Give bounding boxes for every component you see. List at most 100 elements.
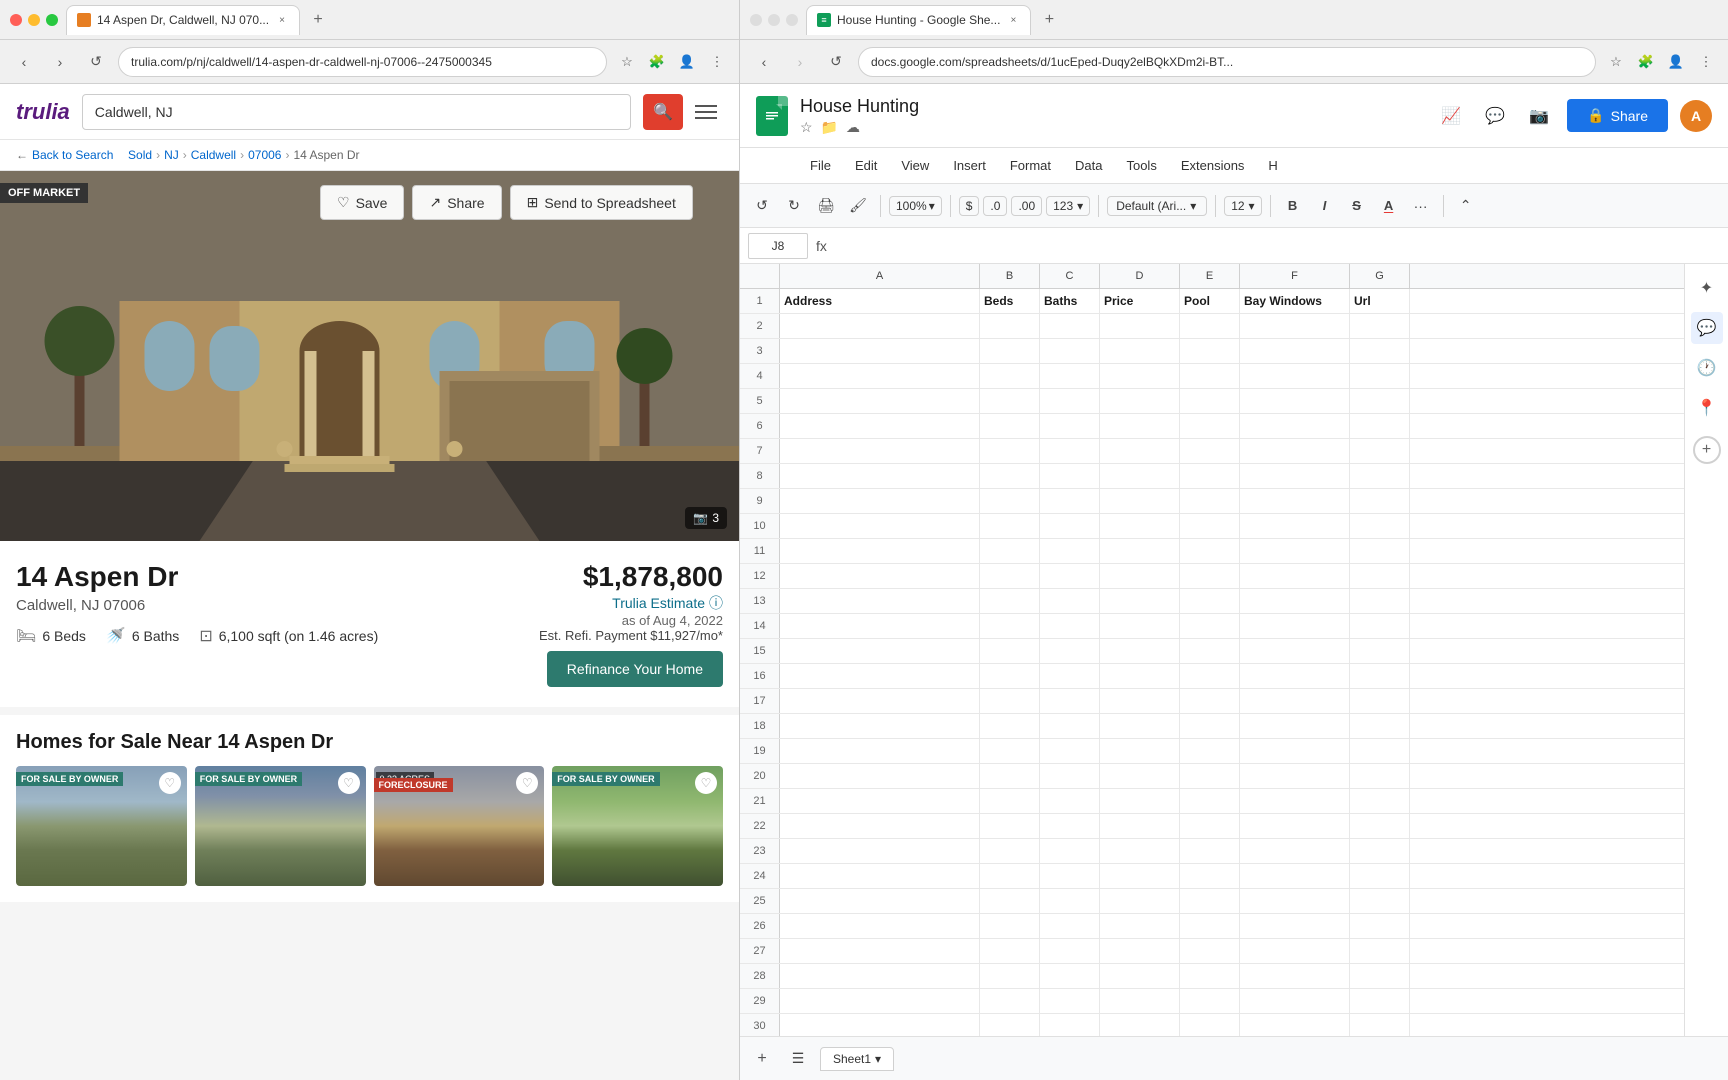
- row-num-28[interactable]: 28: [740, 964, 780, 988]
- cell-d5[interactable]: [1100, 389, 1180, 413]
- cell-a11[interactable]: [780, 539, 980, 563]
- menu-insert[interactable]: Insert: [943, 154, 996, 177]
- cell-f23[interactable]: [1240, 839, 1350, 863]
- row-num-2[interactable]: 2: [740, 314, 780, 338]
- cell-f12[interactable]: [1240, 564, 1350, 588]
- strikethrough-button[interactable]: S: [1343, 192, 1371, 220]
- sheets-document-title[interactable]: House Hunting: [800, 96, 1423, 117]
- cell-b17[interactable]: [980, 689, 1040, 713]
- right-back-button[interactable]: ‹: [750, 48, 778, 76]
- row-num-5[interactable]: 5: [740, 389, 780, 413]
- row-num-1[interactable]: 1: [740, 289, 780, 313]
- breadcrumb-caldwell[interactable]: Caldwell: [191, 148, 236, 162]
- collapse-toolbar-button[interactable]: ⌃: [1452, 192, 1480, 220]
- cell-g20[interactable]: [1350, 764, 1410, 788]
- cell-f6[interactable]: [1240, 414, 1350, 438]
- cell-f30[interactable]: [1240, 1014, 1350, 1036]
- cell-a19[interactable]: [780, 739, 980, 763]
- nearby-home-2[interactable]: FOR SALE BY OWNER ♡: [195, 766, 366, 886]
- cell-g23[interactable]: [1350, 839, 1410, 863]
- cell-a15[interactable]: [780, 639, 980, 663]
- cell-a12[interactable]: [780, 564, 980, 588]
- cell-a8[interactable]: [780, 464, 980, 488]
- row-num-15[interactable]: 15: [740, 639, 780, 663]
- text-color-button[interactable]: A: [1375, 192, 1403, 220]
- sheets-list-button[interactable]: ☰: [784, 1045, 812, 1073]
- cell-b23[interactable]: [980, 839, 1040, 863]
- maximize-button[interactable]: [46, 14, 58, 26]
- hamburger-menu-icon[interactable]: [695, 98, 723, 126]
- cell-e8[interactable]: [1180, 464, 1240, 488]
- cell-f10[interactable]: [1240, 514, 1350, 538]
- cell-f19[interactable]: [1240, 739, 1350, 763]
- cell-g5[interactable]: [1350, 389, 1410, 413]
- cell-e13[interactable]: [1180, 589, 1240, 613]
- redo-button[interactable]: ↻: [780, 192, 808, 220]
- cell-d21[interactable]: [1100, 789, 1180, 813]
- cell-e4[interactable]: [1180, 364, 1240, 388]
- cell-f4[interactable]: [1240, 364, 1350, 388]
- cell-f16[interactable]: [1240, 664, 1350, 688]
- cell-b13[interactable]: [980, 589, 1040, 613]
- cell-b20[interactable]: [980, 764, 1040, 788]
- cell-d4[interactable]: [1100, 364, 1180, 388]
- cell-a26[interactable]: [780, 914, 980, 938]
- cell-c30[interactable]: [1040, 1014, 1100, 1036]
- cell-a1[interactable]: Address: [780, 289, 980, 313]
- cell-c26[interactable]: [1040, 914, 1100, 938]
- cell-c4[interactable]: [1040, 364, 1100, 388]
- cell-c12[interactable]: [1040, 564, 1100, 588]
- cell-f24[interactable]: [1240, 864, 1350, 888]
- cell-b24[interactable]: [980, 864, 1040, 888]
- right-menu-dots-icon[interactable]: ⋮: [1694, 50, 1718, 74]
- row-num-25[interactable]: 25: [740, 889, 780, 913]
- bold-button[interactable]: B: [1279, 192, 1307, 220]
- font-size-selector[interactable]: 12 ▾: [1224, 196, 1261, 216]
- cell-e9[interactable]: [1180, 489, 1240, 513]
- col-header-a[interactable]: A: [780, 264, 980, 288]
- explore-icon[interactable]: ✦: [1691, 272, 1723, 304]
- row-num-3[interactable]: 3: [740, 339, 780, 363]
- cell-e12[interactable]: [1180, 564, 1240, 588]
- cell-d29[interactable]: [1100, 989, 1180, 1013]
- tab-close-icon[interactable]: ×: [275, 13, 289, 27]
- cell-a30[interactable]: [780, 1014, 980, 1036]
- share-button[interactable]: 🔒 Share: [1567, 99, 1668, 132]
- row-num-12[interactable]: 12: [740, 564, 780, 588]
- cell-b8[interactable]: [980, 464, 1040, 488]
- cell-f11[interactable]: [1240, 539, 1350, 563]
- cell-d25[interactable]: [1100, 889, 1180, 913]
- cell-b4[interactable]: [980, 364, 1040, 388]
- cell-e18[interactable]: [1180, 714, 1240, 738]
- cell-f13[interactable]: [1240, 589, 1350, 613]
- cell-d6[interactable]: [1100, 414, 1180, 438]
- chart-icon[interactable]: 📈: [1435, 100, 1467, 132]
- row-num-24[interactable]: 24: [740, 864, 780, 888]
- maps-icon[interactable]: 📍: [1691, 392, 1723, 424]
- cell-a6[interactable]: [780, 414, 980, 438]
- cell-f8[interactable]: [1240, 464, 1350, 488]
- cell-e21[interactable]: [1180, 789, 1240, 813]
- back-to-search-link[interactable]: Back to Search: [32, 148, 113, 162]
- menu-data[interactable]: Data: [1065, 154, 1112, 177]
- cell-c23[interactable]: [1040, 839, 1100, 863]
- active-tab[interactable]: 14 Aspen Dr, Caldwell, NJ 070... ×: [66, 5, 300, 35]
- chat-sidebar-icon[interactable]: 💬: [1691, 312, 1723, 344]
- cell-c27[interactable]: [1040, 939, 1100, 963]
- decimal1-button[interactable]: .0: [983, 196, 1007, 216]
- cell-g10[interactable]: [1350, 514, 1410, 538]
- cell-e27[interactable]: [1180, 939, 1240, 963]
- decimal2-button[interactable]: .00: [1011, 196, 1042, 216]
- cell-g16[interactable]: [1350, 664, 1410, 688]
- cell-e26[interactable]: [1180, 914, 1240, 938]
- new-tab-button[interactable]: +: [306, 8, 330, 32]
- cell-e3[interactable]: [1180, 339, 1240, 363]
- home-heart-3[interactable]: ♡: [516, 772, 538, 794]
- forward-button[interactable]: ›: [46, 48, 74, 76]
- folder-icon[interactable]: 📁: [821, 119, 838, 136]
- row-num-18[interactable]: 18: [740, 714, 780, 738]
- cell-g3[interactable]: [1350, 339, 1410, 363]
- cell-g11[interactable]: [1350, 539, 1410, 563]
- cell-g25[interactable]: [1350, 889, 1410, 913]
- breadcrumb-sold[interactable]: Sold: [128, 148, 152, 162]
